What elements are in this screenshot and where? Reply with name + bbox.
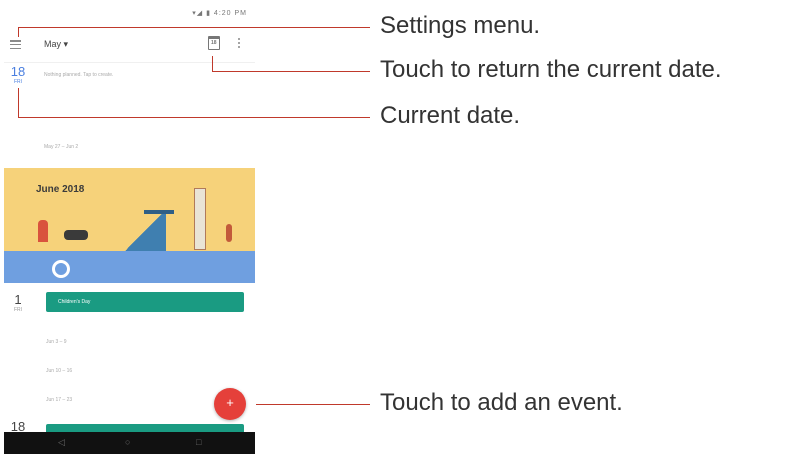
calendar-today-icon[interactable]: 18 — [208, 36, 220, 50]
current-date-day: 18 — [10, 64, 26, 79]
plus-icon: + — [226, 395, 234, 410]
home-icon[interactable]: ○ — [125, 437, 130, 447]
person-illustration — [38, 220, 48, 242]
week-range-label: Jun 3 – 9 — [46, 339, 67, 345]
empty-day-prompt[interactable]: Nothing planned. Tap to create. — [44, 72, 113, 78]
month-selector[interactable]: May ▾ — [44, 39, 68, 50]
add-event-callout: Touch to add an event. — [380, 389, 623, 416]
event-date-day: 1 — [14, 292, 22, 307]
event-title: Children's Day — [58, 299, 91, 305]
settings-callout-line — [18, 27, 19, 37]
recents-icon[interactable]: □ — [196, 437, 201, 447]
swimmer-illustration — [226, 224, 232, 242]
water-illustration — [4, 251, 255, 283]
navigation-bar: ◁ ○ □ — [4, 432, 255, 454]
return-today-callout: Touch to return the current date. — [380, 56, 722, 83]
diving-board-illustration — [144, 210, 174, 214]
life-ring-illustration — [52, 260, 70, 278]
status-icons: ▾◢ ▮ 4:20 PM — [192, 10, 247, 17]
return-today-callout-line — [212, 71, 370, 72]
status-bar: ▾◢ ▮ 4:20 PM — [4, 0, 255, 28]
add-event-button[interactable]: + — [214, 388, 246, 420]
month-banner-title: June 2018 — [36, 184, 85, 195]
add-event-callout-line — [256, 404, 370, 405]
slide-illustration — [122, 212, 166, 252]
current-date-weekday: FRI — [13, 79, 23, 85]
current-date[interactable]: 18 FRI — [10, 64, 26, 85]
dog-illustration — [64, 230, 88, 240]
week-range-label: Jun 10 – 16 — [46, 368, 73, 374]
app-bar: May ▾ 18 — [4, 28, 255, 63]
month-banner: June 2018 — [4, 168, 255, 283]
return-today-callout-line — [212, 56, 213, 72]
lighthouse-illustration — [194, 188, 206, 250]
settings-callout: Settings menu. — [380, 12, 541, 39]
more-options-icon[interactable] — [238, 38, 241, 50]
phone-screen: ▾◢ ▮ 4:20 PM May ▾ 18 18 FRI Nothing pla… — [4, 0, 255, 454]
week-range-label: May 27 – Jun 2 — [44, 144, 79, 150]
event-date: 1 FRI — [10, 292, 26, 313]
current-date-callout-line — [18, 88, 19, 118]
settings-callout-line — [18, 27, 370, 28]
week-range-label: Jun 17 – 23 — [46, 397, 73, 403]
event-chip[interactable]: Children's Day — [46, 292, 244, 312]
hamburger-menu-icon[interactable] — [10, 40, 21, 50]
back-icon[interactable]: ◁ — [58, 437, 65, 448]
current-date-callout: Current date. — [380, 102, 521, 129]
current-date-callout-line — [18, 117, 370, 118]
event-date-weekday: FRI — [13, 307, 23, 313]
